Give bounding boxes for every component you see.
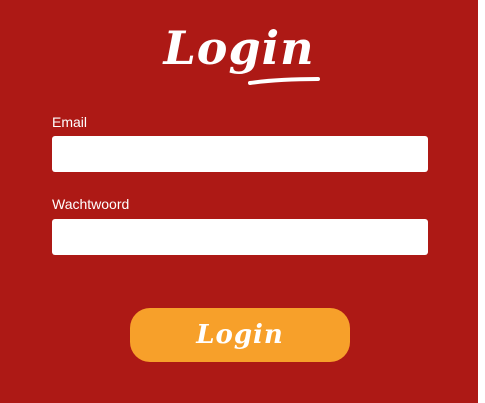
login-button[interactable]: Login [130,308,350,362]
email-field[interactable] [52,136,428,172]
email-label: Email [52,114,88,130]
login-panel: Login Email Wachtwoord Login [0,0,478,403]
password-label: Wachtwoord [52,196,130,212]
password-field[interactable] [52,219,428,255]
page-title: Login [163,21,315,75]
title-underline [248,77,320,85]
